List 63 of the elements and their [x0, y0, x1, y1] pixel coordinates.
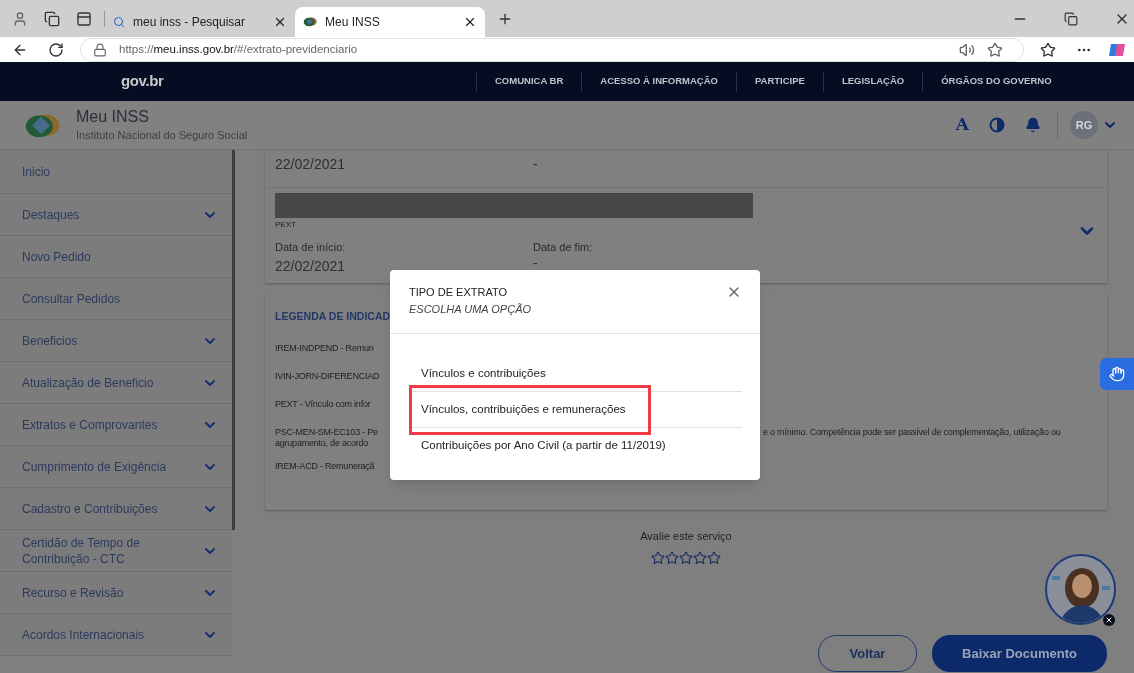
colorful-logo-icon[interactable] [1108, 41, 1126, 58]
star-icon[interactable] [679, 550, 693, 565]
modal-subtitle: ESCOLHA UMA OPÇÃO [409, 301, 533, 317]
tab-title: meu inss - Pesquisar [133, 14, 247, 31]
tab-title: Meu INSS [325, 14, 381, 31]
close-tab-icon[interactable] [273, 15, 287, 29]
site-favicon-icon [303, 16, 317, 28]
date-value: - [533, 155, 538, 174]
modal-option[interactable]: Contribuições por Ano Civil (a partir de 11/2019) [412, 437, 666, 455]
profile-icon[interactable] [12, 10, 28, 27]
govbr-logo[interactable]: gov.br [121, 70, 476, 93]
legend-text: PEXT - Vínculo com infor [275, 398, 372, 412]
collections-icon[interactable] [44, 10, 60, 27]
nav-link[interactable]: COMUNICA BR [477, 74, 582, 89]
field-label: Data de início: [275, 240, 347, 255]
legend-text: e o mínimo. Competência pode ser passível de complementação, utilização ou [763, 426, 1061, 440]
browser-tab[interactable]: meu inss - Pesquisar [105, 7, 295, 37]
back-button[interactable]: Voltar [818, 635, 917, 672]
date-value: 22/02/2021 [275, 256, 347, 276]
field-label: Data de fim: [533, 240, 593, 255]
bell-icon[interactable] [1025, 117, 1041, 133]
app-title: Meu INSS [76, 106, 150, 127]
star-icon[interactable] [665, 550, 679, 565]
modal-option[interactable]: Vínculos e contribuições [412, 364, 546, 383]
nav-link[interactable]: ACESSO À INFORMAÇÃO [582, 74, 736, 89]
app-subtitle: Instituto Nacional do Seguro Social [76, 127, 248, 143]
search-icon [113, 16, 125, 28]
nav-link[interactable]: ÓRGÃOS DO GOVERNO [923, 74, 1070, 89]
legend-text: IREM-INDPEND - Remun [275, 342, 375, 356]
legend-text: IVIN-JORN-DIFERENCIAD [275, 370, 381, 384]
legend-text: IREM-ACD - Remuneraçã [275, 459, 376, 473]
contrast-icon[interactable] [989, 117, 1005, 133]
close-tab-icon[interactable] [463, 15, 477, 29]
legend-text: agrupamento, de acordo [275, 437, 370, 450]
star-icon[interactable] [693, 550, 707, 565]
close-assistant-button[interactable] [1103, 614, 1115, 626]
sign-language-button[interactable] [1100, 358, 1134, 390]
scrollbar[interactable] [232, 150, 235, 530]
star-icon[interactable] [707, 550, 721, 565]
star-icon[interactable] [651, 550, 665, 565]
nav-link[interactable]: LEGISLAÇÃO [823, 74, 923, 89]
favorites-icon[interactable] [1040, 41, 1056, 58]
restore-icon[interactable] [1064, 11, 1078, 26]
tab-panel-icon[interactable] [76, 10, 92, 27]
date-value: 22/02/2021 [275, 155, 347, 174]
font-size-button[interactable]: A [955, 112, 969, 138]
nav-link[interactable]: PARTICIPE [736, 74, 823, 89]
rating-prompt: Avalie este serviço [640, 529, 732, 544]
close-icon [1105, 616, 1113, 624]
speaker-icon[interactable] [959, 41, 975, 58]
modal-option[interactable]: Vínculos, contribuições e remunerações [412, 400, 626, 419]
date-value: - [533, 255, 539, 270]
user-avatar[interactable]: RG [1070, 111, 1098, 139]
url-text: https://meu.inss.gov.br/#/extrato-previdenciario [119, 41, 359, 57]
star-icon[interactable] [987, 41, 1003, 58]
record-code: PEXT [275, 219, 297, 231]
refresh-icon[interactable] [48, 41, 64, 58]
hand-icon [1109, 366, 1125, 382]
lock-icon [93, 42, 107, 57]
legend-text: PSC-MEN-SM-EC103 - Pe [275, 426, 379, 439]
download-button[interactable]: Baixar Documento [932, 635, 1107, 672]
browser-tab[interactable]: Meu INSS [295, 7, 485, 37]
modal-title: TIPO DE EXTRATO [409, 285, 508, 300]
